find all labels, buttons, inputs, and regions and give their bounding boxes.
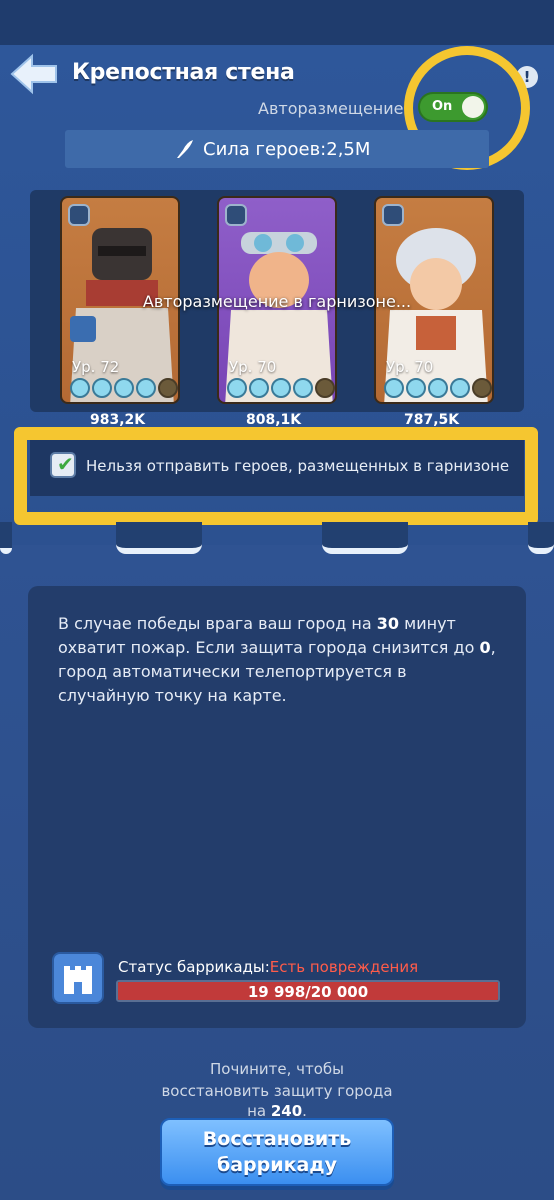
hero-level: Ур. 70 xyxy=(229,358,277,376)
hero-power-label: Сила героев:2,5M xyxy=(203,139,371,160)
power-feather-icon xyxy=(177,140,193,158)
star-icon xyxy=(227,378,247,398)
star-icon xyxy=(406,378,426,398)
info-line: охватит пожар. Если защита города снизит… xyxy=(58,638,496,657)
star-icon xyxy=(114,378,134,398)
hero-power-value: 787,5K xyxy=(404,412,460,428)
top-band xyxy=(0,0,554,45)
snow-decoration xyxy=(0,522,12,554)
auto-placement-label: Авторазмещение xyxy=(258,99,404,118)
auto-placement-progress-text: Авторазмещение в гарнизоне... xyxy=(142,292,412,311)
star-empty-icon xyxy=(158,378,178,398)
barricade-status-value: Есть повреждения xyxy=(269,958,419,976)
hero-level: Ур. 70 xyxy=(386,358,434,376)
hero-power-value: 983,2K xyxy=(90,412,146,428)
castle-icon xyxy=(52,952,104,1004)
info-line: город автоматически телепортируется в xyxy=(58,662,407,681)
restore-button-label: Восстановить баррикаду xyxy=(202,1128,352,1176)
hero-stars xyxy=(227,378,335,398)
star-icon xyxy=(293,378,313,398)
barricade-status: Статус баррикады:Есть повреждения xyxy=(118,958,419,976)
star-icon xyxy=(271,378,291,398)
star-icon xyxy=(92,378,112,398)
star-icon xyxy=(249,378,269,398)
notice-highlight-frame xyxy=(14,427,538,525)
snow-decoration xyxy=(322,522,408,554)
star-icon xyxy=(384,378,404,398)
star-icon xyxy=(70,378,90,398)
barricade-health-bar: 19 998/20 000 xyxy=(116,980,500,1002)
snow-decoration xyxy=(528,522,554,554)
hero-stars xyxy=(70,378,178,398)
barricade-health-count: 19 998/20 000 xyxy=(247,983,369,1001)
hero-stars xyxy=(384,378,492,398)
star-empty-icon xyxy=(472,378,492,398)
page-title: Крепостная стена xyxy=(72,60,295,85)
star-icon xyxy=(136,378,156,398)
back-button[interactable] xyxy=(8,50,60,98)
info-line: случайную точку на карте. xyxy=(58,686,287,705)
repair-hint: восстановить защиту города xyxy=(161,1082,393,1100)
shield-role-icon xyxy=(68,204,90,226)
crossbow-role-icon xyxy=(225,204,247,226)
snow-decoration xyxy=(116,522,202,554)
castle-glyph xyxy=(64,966,92,994)
hero-power-value: 808,1K xyxy=(246,412,302,428)
hero-power-bar: Сила героев:2,5M xyxy=(65,130,489,168)
hero-level: Ур. 72 xyxy=(72,358,120,376)
wrench-role-icon xyxy=(382,204,404,226)
back-arrow-icon xyxy=(10,53,57,95)
star-icon xyxy=(450,378,470,398)
restore-barricade-button[interactable]: Восстановить баррикаду xyxy=(160,1118,394,1186)
repair-hint: Почините, чтобы xyxy=(210,1060,344,1078)
info-line: В случае победы врага ваш город на 30 ми… xyxy=(58,614,456,633)
star-empty-icon xyxy=(315,378,335,398)
star-icon xyxy=(428,378,448,398)
